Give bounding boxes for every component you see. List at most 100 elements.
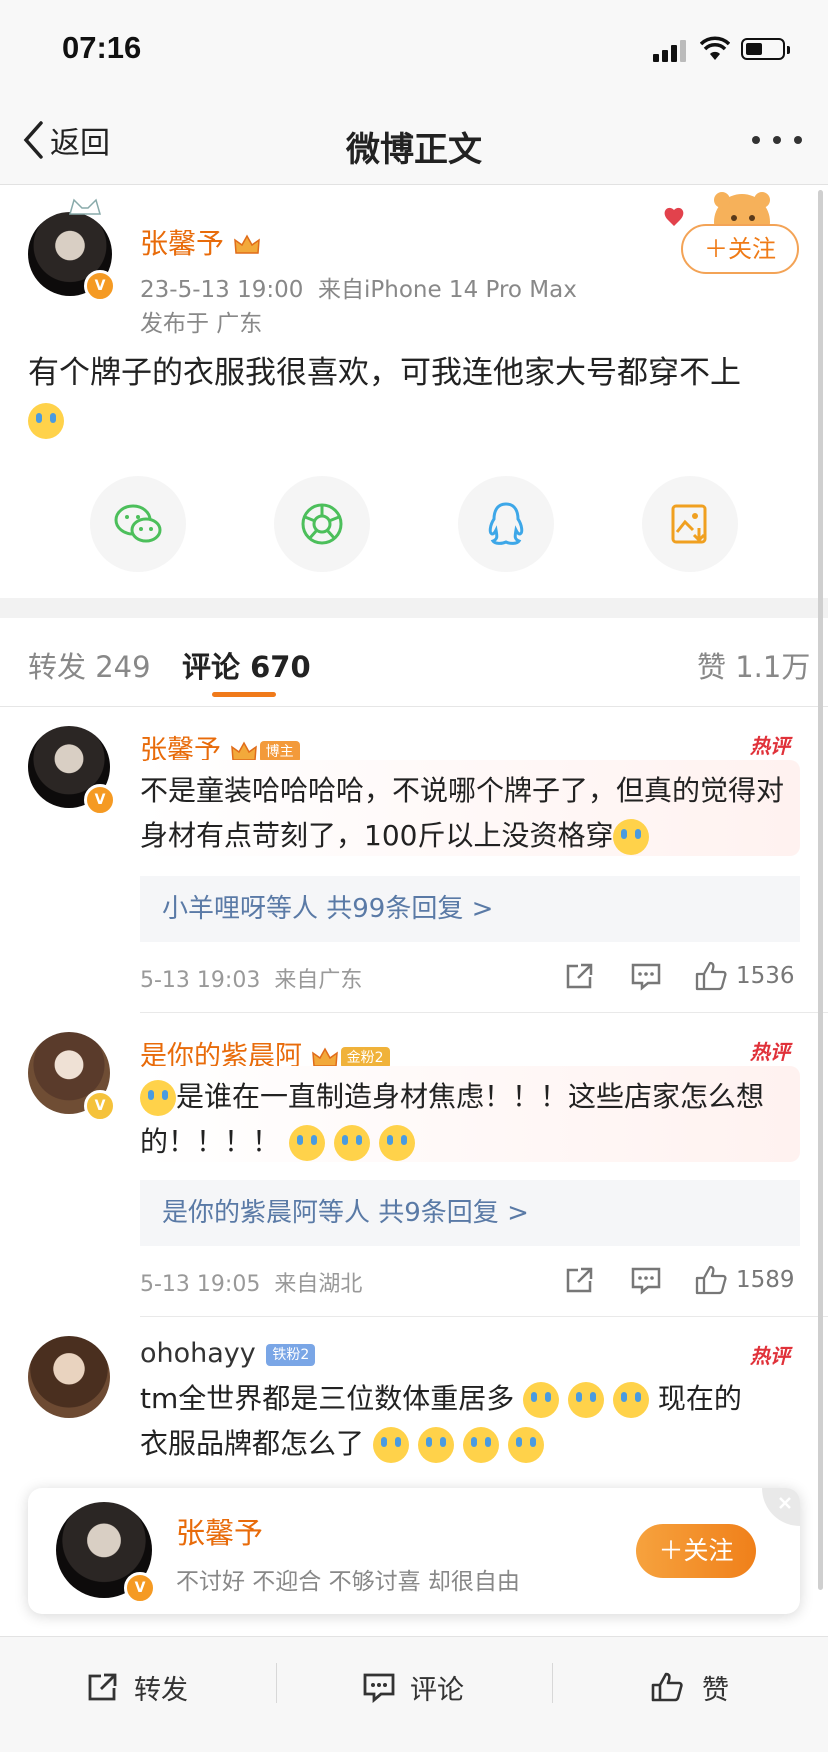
reply-summary-link[interactable]: 小羊哩呀等人 共99条回复 > <box>140 876 800 942</box>
close-icon[interactable] <box>762 1488 800 1526</box>
comment-author-row[interactable]: ohohayy 铁粉2 <box>140 1338 316 1369</box>
more-icon[interactable] <box>752 136 802 148</box>
follow-prompt-card: V 张馨予 不讨好 不迎合 不够讨喜 却很自由 ＋关注 <box>28 1488 800 1614</box>
signal-icon <box>653 40 689 62</box>
crying-emoji-icon <box>28 402 64 439</box>
comment-icon <box>363 1673 395 1703</box>
comment-body-cont: 现在的 <box>657 1382 742 1415</box>
like-count: 1589 <box>736 1267 795 1293</box>
comment-location: 来自广东 <box>274 968 363 993</box>
comment-actions: 1536 <box>564 956 800 996</box>
author-name-row[interactable]: 张馨予 <box>140 222 261 262</box>
wechat-icon <box>114 504 162 543</box>
bottom-separator <box>276 1663 277 1703</box>
comment-time: 5-13 19:05 <box>140 1272 261 1297</box>
crown-icon <box>234 234 260 254</box>
comment-icon[interactable] <box>630 1265 662 1295</box>
share-moments-button[interactable] <box>274 476 370 572</box>
sigh-emoji-icon <box>523 1382 560 1418</box>
hot-comment-badge: 热评 <box>750 1040 790 1064</box>
tab-comments[interactable]: 评论 670 <box>182 644 311 686</box>
post-meta: 23-5-13 19:00 来自iPhone 14 Pro Max <box>140 270 577 304</box>
comment-divider <box>140 1012 828 1013</box>
comment-button[interactable]: 评论 <box>362 1665 464 1709</box>
comment-text: 是谁在一直制造身材焦虑！！！这些店家怎么想的！！！！ <box>140 1074 790 1164</box>
crying-emoji-icon <box>288 1125 325 1161</box>
share-save-image-button[interactable] <box>642 476 738 572</box>
comment-avatar[interactable] <box>28 1336 110 1418</box>
comment-time: 5-13 19:03 <box>140 968 261 993</box>
popup-follow-button[interactable]: ＋关注 <box>636 1524 756 1578</box>
comment-divider <box>140 1316 828 1317</box>
comment-meta: 5-13 19:03 来自广东 <box>140 962 362 994</box>
wifi-icon <box>700 36 730 60</box>
post-location: 发布于 广东 <box>140 311 263 337</box>
section-gap <box>0 598 828 618</box>
sigh-emoji-icon <box>372 1427 409 1463</box>
crying-emoji-icon <box>378 1125 415 1161</box>
popup-name[interactable]: 张馨予 <box>176 1510 263 1552</box>
battery-icon <box>741 38 790 60</box>
crying-emoji-icon <box>140 1080 176 1116</box>
comment-body-line2: 衣服品牌都怎么了 <box>140 1427 365 1460</box>
share-wechat-button[interactable] <box>90 476 186 572</box>
verified-badge-icon: V <box>84 1090 116 1122</box>
repost-button[interactable]: 转发 <box>86 1665 188 1709</box>
crying-emoji-icon <box>613 819 650 855</box>
scrollbar[interactable] <box>818 190 823 1590</box>
status-time: 07:16 <box>62 30 142 65</box>
like-button[interactable]: 赞 <box>650 1665 729 1709</box>
reply-summary-link[interactable]: 是你的紫晨阿等人 共9条回复 > <box>140 1180 800 1246</box>
repost-icon <box>88 1673 117 1701</box>
comment-location: 来自湖北 <box>274 1272 363 1297</box>
post-source: 来自iPhone 14 Pro Max <box>317 277 577 303</box>
share-icon[interactable] <box>564 961 596 991</box>
comment-meta: 5-13 19:05 来自湖北 <box>140 1266 362 1298</box>
post-text: 有个牌子的衣服我很喜欢，可我连他家大号都穿不上 <box>28 350 788 442</box>
like-icon[interactable] <box>694 1264 728 1296</box>
comment-text: tm全世界都是三位数体重居多 现在的 衣服品牌都怎么了 <box>140 1376 790 1466</box>
comment-body: 是谁在一直制造身材焦虑！！！这些店家怎么想的！！！！ <box>140 1080 765 1158</box>
comment-body: 不是童装哈哈哈哈，不说哪个牌子了，但真的觉得对身材有点苛刻了，100斤以上没资格… <box>140 774 785 852</box>
hot-comment-badge: 热评 <box>750 1344 790 1368</box>
fan-tag: 铁粉2 <box>266 1343 316 1366</box>
author-name[interactable]: 张馨予 <box>140 227 224 260</box>
popup-bio: 不讨好 不迎合 不够讨喜 却很自由 <box>176 1569 520 1595</box>
verified-badge-icon: V <box>84 784 116 816</box>
qq-icon <box>488 502 524 545</box>
verified-badge-icon: V <box>84 270 116 302</box>
post-datetime: 23-5-13 19:00 <box>140 277 304 303</box>
sigh-emoji-icon <box>417 1427 454 1463</box>
sigh-emoji-icon <box>507 1427 544 1463</box>
active-tab-indicator <box>212 692 276 697</box>
comment-text: 不是童装哈哈哈哈，不说哪个牌子了，但真的觉得对身材有点苛刻了，100斤以上没资格… <box>140 768 790 858</box>
nav-bar: 返回 微博正文 <box>0 100 828 185</box>
bottom-separator <box>552 1663 553 1703</box>
share-qq-button[interactable] <box>458 476 554 572</box>
comment-label: 评论 <box>410 1674 464 1706</box>
share-icon[interactable] <box>564 1265 596 1295</box>
save-image-icon <box>671 504 707 544</box>
hot-comment-badge: 热评 <box>750 734 790 758</box>
comment-author[interactable]: ohohayy <box>140 1338 256 1369</box>
sigh-emoji-icon <box>462 1427 499 1463</box>
follow-button[interactable]: ＋关注 <box>681 224 799 274</box>
avatar-cat-ears-icon <box>68 198 102 216</box>
sigh-emoji-icon <box>568 1382 605 1418</box>
like-icon[interactable] <box>694 960 728 992</box>
tab-likes[interactable]: 赞 1.1万 <box>697 644 810 686</box>
verified-badge-icon: V <box>124 1572 156 1604</box>
page-title: 微博正文 <box>346 130 482 170</box>
comment-body: tm全世界都是三位数体重居多 <box>140 1382 515 1415</box>
like-count: 1536 <box>736 963 795 989</box>
comment-actions: 1589 <box>564 1260 800 1300</box>
moments-icon <box>301 503 343 545</box>
post-body: 有个牌子的衣服我很喜欢，可我连他家大号都穿不上 <box>28 355 741 391</box>
crying-emoji-icon <box>333 1125 370 1161</box>
comment-icon[interactable] <box>630 961 662 991</box>
tab-repost[interactable]: 转发 249 <box>28 644 151 686</box>
like-icon <box>651 1672 683 1702</box>
bottom-action-bar: 转发 评论 赞 <box>0 1636 828 1752</box>
status-bar: 07:16 <box>0 0 828 100</box>
tab-bar: 转发 249 评论 670 赞 1.1万 <box>0 618 828 707</box>
